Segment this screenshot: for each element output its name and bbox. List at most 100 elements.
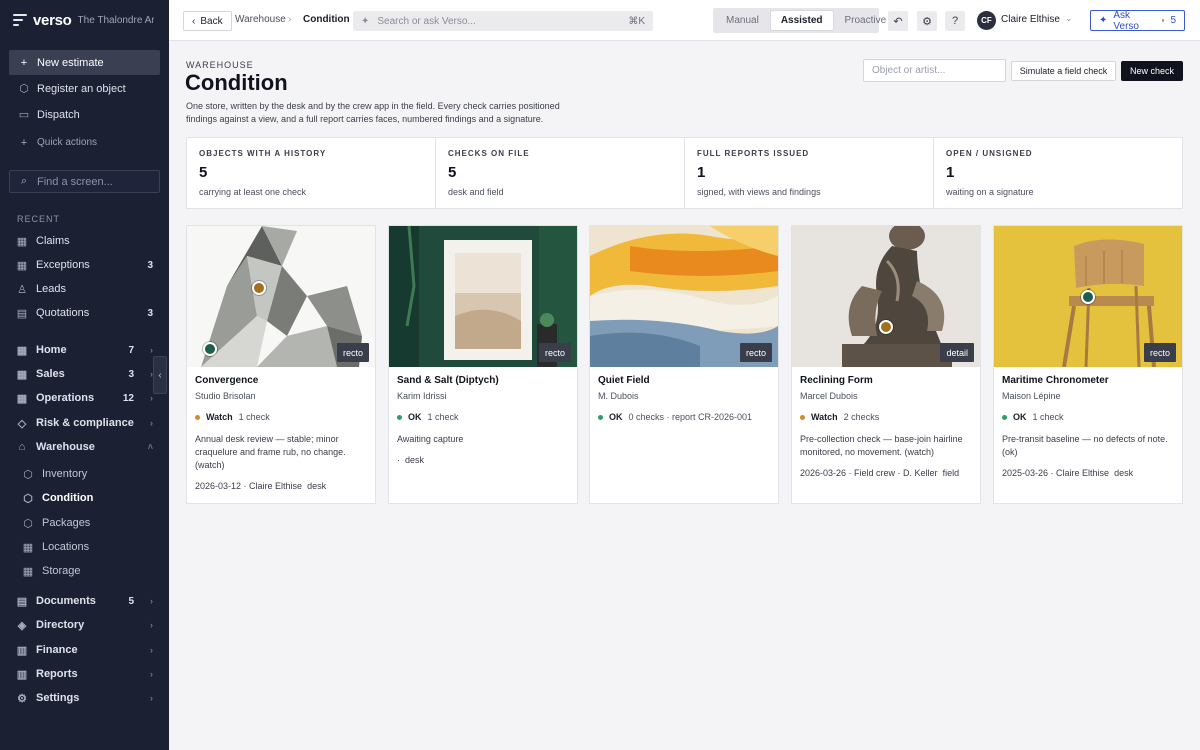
finding-pin[interactable] bbox=[203, 342, 217, 356]
brand[interactable]: verso The Thalondre Archive bbox=[13, 12, 163, 29]
source-tag: desk bbox=[1114, 468, 1134, 478]
find-screen-placeholder: Find a screen... bbox=[37, 175, 113, 188]
sparkle-icon: ✦ bbox=[1099, 15, 1108, 26]
mode-manual[interactable]: Manual bbox=[716, 11, 769, 30]
search-shortcut: ⌘K bbox=[628, 15, 645, 27]
settings-button[interactable]: ⚙ bbox=[917, 11, 937, 31]
check-date-author: · bbox=[397, 455, 400, 465]
stat-note: signed, with views and findings bbox=[697, 187, 821, 197]
stat-open-unsigned: OPEN / UNSIGNED 1 waiting on a signature bbox=[934, 138, 1182, 208]
object-card[interactable]: recto Maritime Chronometer Maison Lépine… bbox=[993, 225, 1183, 504]
sidebar-item-storage[interactable]: ▦ Storage bbox=[23, 561, 153, 581]
mode-assisted[interactable]: Assisted bbox=[770, 11, 833, 30]
chevron-down-icon[interactable]: ⌄ bbox=[1065, 13, 1073, 24]
stats-panel: OBJECTS WITH A HISTORY 5 carrying at lea… bbox=[186, 137, 1183, 209]
new-estimate-button[interactable]: + New estimate bbox=[9, 50, 160, 75]
object-thumbnail[interactable]: recto bbox=[187, 226, 375, 367]
sidebar-item-quotations[interactable]: ▤ Quotations 3 bbox=[17, 303, 153, 323]
sidebar-group-documents[interactable]: ▤ Documents 5 › bbox=[17, 591, 153, 611]
status-dot bbox=[195, 414, 200, 420]
object-card[interactable]: recto Quiet Field M. Dubois OK 0 checks … bbox=[589, 225, 779, 504]
ask-verso-count: 5 bbox=[1170, 15, 1176, 26]
finding-pin[interactable] bbox=[1081, 290, 1095, 304]
stat-note: desk and field bbox=[448, 187, 504, 197]
finding-pin[interactable] bbox=[879, 320, 893, 334]
stat-checks-on-file: CHECKS ON FILE 5 desk and field bbox=[436, 138, 685, 208]
object-thumbnail[interactable]: recto bbox=[590, 226, 778, 367]
sidebar-item-label: Packages bbox=[42, 517, 91, 529]
dispatch-button[interactable]: ▭ Dispatch bbox=[9, 102, 160, 127]
count-badge: 3 bbox=[128, 368, 134, 380]
sidebar-item-locations[interactable]: ▦ Locations bbox=[23, 537, 153, 557]
status-row: Watch 2 checks bbox=[800, 412, 972, 422]
chevron-right-icon: › bbox=[150, 596, 153, 606]
sidebar-group-settings[interactable]: ⚙ Settings › bbox=[17, 688, 153, 708]
object-thumbnail[interactable]: detail bbox=[792, 226, 980, 367]
status-badge: OK bbox=[1013, 412, 1027, 422]
help-button[interactable]: ? bbox=[945, 11, 965, 31]
check-count: 0 checks · report CR-2026-001 bbox=[628, 412, 753, 422]
object-thumbnail[interactable]: recto bbox=[994, 226, 1182, 367]
simulate-field-check-button[interactable]: Simulate a field check bbox=[1011, 61, 1116, 81]
quick-actions-button[interactable]: + Quick actions bbox=[9, 130, 160, 155]
recent-heading: RECENT bbox=[17, 214, 61, 224]
ask-verso-button[interactable]: ✦ Ask Verso 5 bbox=[1090, 10, 1185, 32]
chevron-right-icon: › bbox=[150, 393, 153, 403]
cube-icon: ⬡ bbox=[23, 468, 33, 481]
check-meta: · desk bbox=[397, 455, 569, 465]
collapse-sidebar-button[interactable]: ‹ bbox=[153, 356, 167, 394]
count-badge: 3 bbox=[147, 259, 153, 271]
chevron-right-icon: › bbox=[150, 345, 153, 355]
undo-button[interactable]: ↶ bbox=[888, 11, 908, 31]
register-object-button[interactable]: ⬡ Register an object bbox=[9, 76, 160, 101]
status-badge: Watch bbox=[811, 412, 838, 422]
grid-icon: ▦ bbox=[16, 368, 28, 381]
check-meta: 2026-03-12 · Claire Elthise desk bbox=[195, 481, 367, 491]
sidebar-item-condition[interactable]: ⬡ Condition bbox=[23, 488, 153, 508]
breadcrumb-warehouse[interactable]: Warehouse bbox=[235, 14, 286, 25]
search-icon: ⌕ bbox=[20, 175, 28, 187]
stat-value: 5 bbox=[448, 164, 457, 181]
grid-icon: ▦ bbox=[16, 235, 28, 248]
status-dot bbox=[800, 414, 805, 420]
back-button[interactable]: ‹ Back bbox=[183, 11, 232, 31]
find-screen-input[interactable]: ⌕ Find a screen... bbox=[9, 170, 160, 193]
object-artist-input[interactable]: Object or artist... bbox=[863, 59, 1006, 82]
status-dot bbox=[1002, 414, 1007, 420]
plus-icon: + bbox=[20, 136, 28, 149]
sidebar-group-home[interactable]: ▦ Home 7 › bbox=[17, 340, 153, 360]
avatar[interactable]: CF bbox=[977, 11, 996, 30]
sidebar-group-operations[interactable]: ▦ Operations 12 › bbox=[17, 388, 153, 408]
sidebar-group-sales[interactable]: ▦ Sales 3 › bbox=[17, 364, 153, 384]
search-input[interactable]: ✦ Search or ask Verso... ⌘K bbox=[353, 11, 653, 31]
face-tag: recto bbox=[1143, 343, 1176, 362]
user-name[interactable]: Claire Elthise bbox=[1001, 14, 1060, 25]
sidebar-item-packages[interactable]: ⬡ Packages bbox=[23, 513, 153, 533]
object-card[interactable]: recto Convergence Studio Brisolan Watch … bbox=[186, 225, 376, 504]
object-artist: Studio Brisolan bbox=[195, 391, 256, 401]
object-card[interactable]: detail Reclining Form Marcel Dubois Watc… bbox=[791, 225, 981, 504]
sidebar-group-reports[interactable]: ▥ Reports › bbox=[17, 664, 153, 684]
sidebar-item-label: Quotations bbox=[36, 307, 90, 319]
sidebar-group-finance[interactable]: ▥ Finance › bbox=[17, 640, 153, 660]
sidebar-item-leads[interactable]: ♙ Leads bbox=[17, 279, 153, 299]
sidebar-group-label: Settings bbox=[36, 692, 80, 704]
sidebar-group-directory[interactable]: ◈ Directory › bbox=[17, 615, 153, 635]
sidebar-group-risk[interactable]: ◇ Risk & compliance › bbox=[17, 413, 153, 433]
sidebar-group-warehouse[interactable]: ⌂ Warehouse ˄ bbox=[17, 437, 153, 457]
check-date-author: 2025-03-26 · Claire Elthise bbox=[1002, 468, 1110, 478]
object-thumbnail[interactable]: recto bbox=[389, 226, 577, 367]
quick-actions-label: Quick actions bbox=[37, 137, 98, 148]
register-object-label: Register an object bbox=[37, 82, 126, 95]
object-card[interactable]: recto Sand & Salt (Diptych) Karim Idriss… bbox=[388, 225, 578, 504]
sidebar-item-label: Condition bbox=[42, 492, 94, 504]
chart-icon: ▥ bbox=[16, 668, 28, 681]
sidebar-item-claims[interactable]: ▦ Claims bbox=[17, 231, 153, 251]
object-artist-placeholder: Object or artist... bbox=[872, 65, 946, 76]
sidebar-item-exceptions[interactable]: ▦ Exceptions 3 bbox=[17, 255, 153, 275]
new-check-button[interactable]: New check bbox=[1121, 61, 1183, 81]
check-summary: Pre-transit baseline — no defects of not… bbox=[1002, 434, 1168, 457]
finding-pin[interactable] bbox=[252, 281, 266, 295]
mode-proactive[interactable]: Proactive bbox=[835, 11, 897, 30]
sidebar-item-inventory[interactable]: ⬡ Inventory bbox=[23, 464, 153, 484]
